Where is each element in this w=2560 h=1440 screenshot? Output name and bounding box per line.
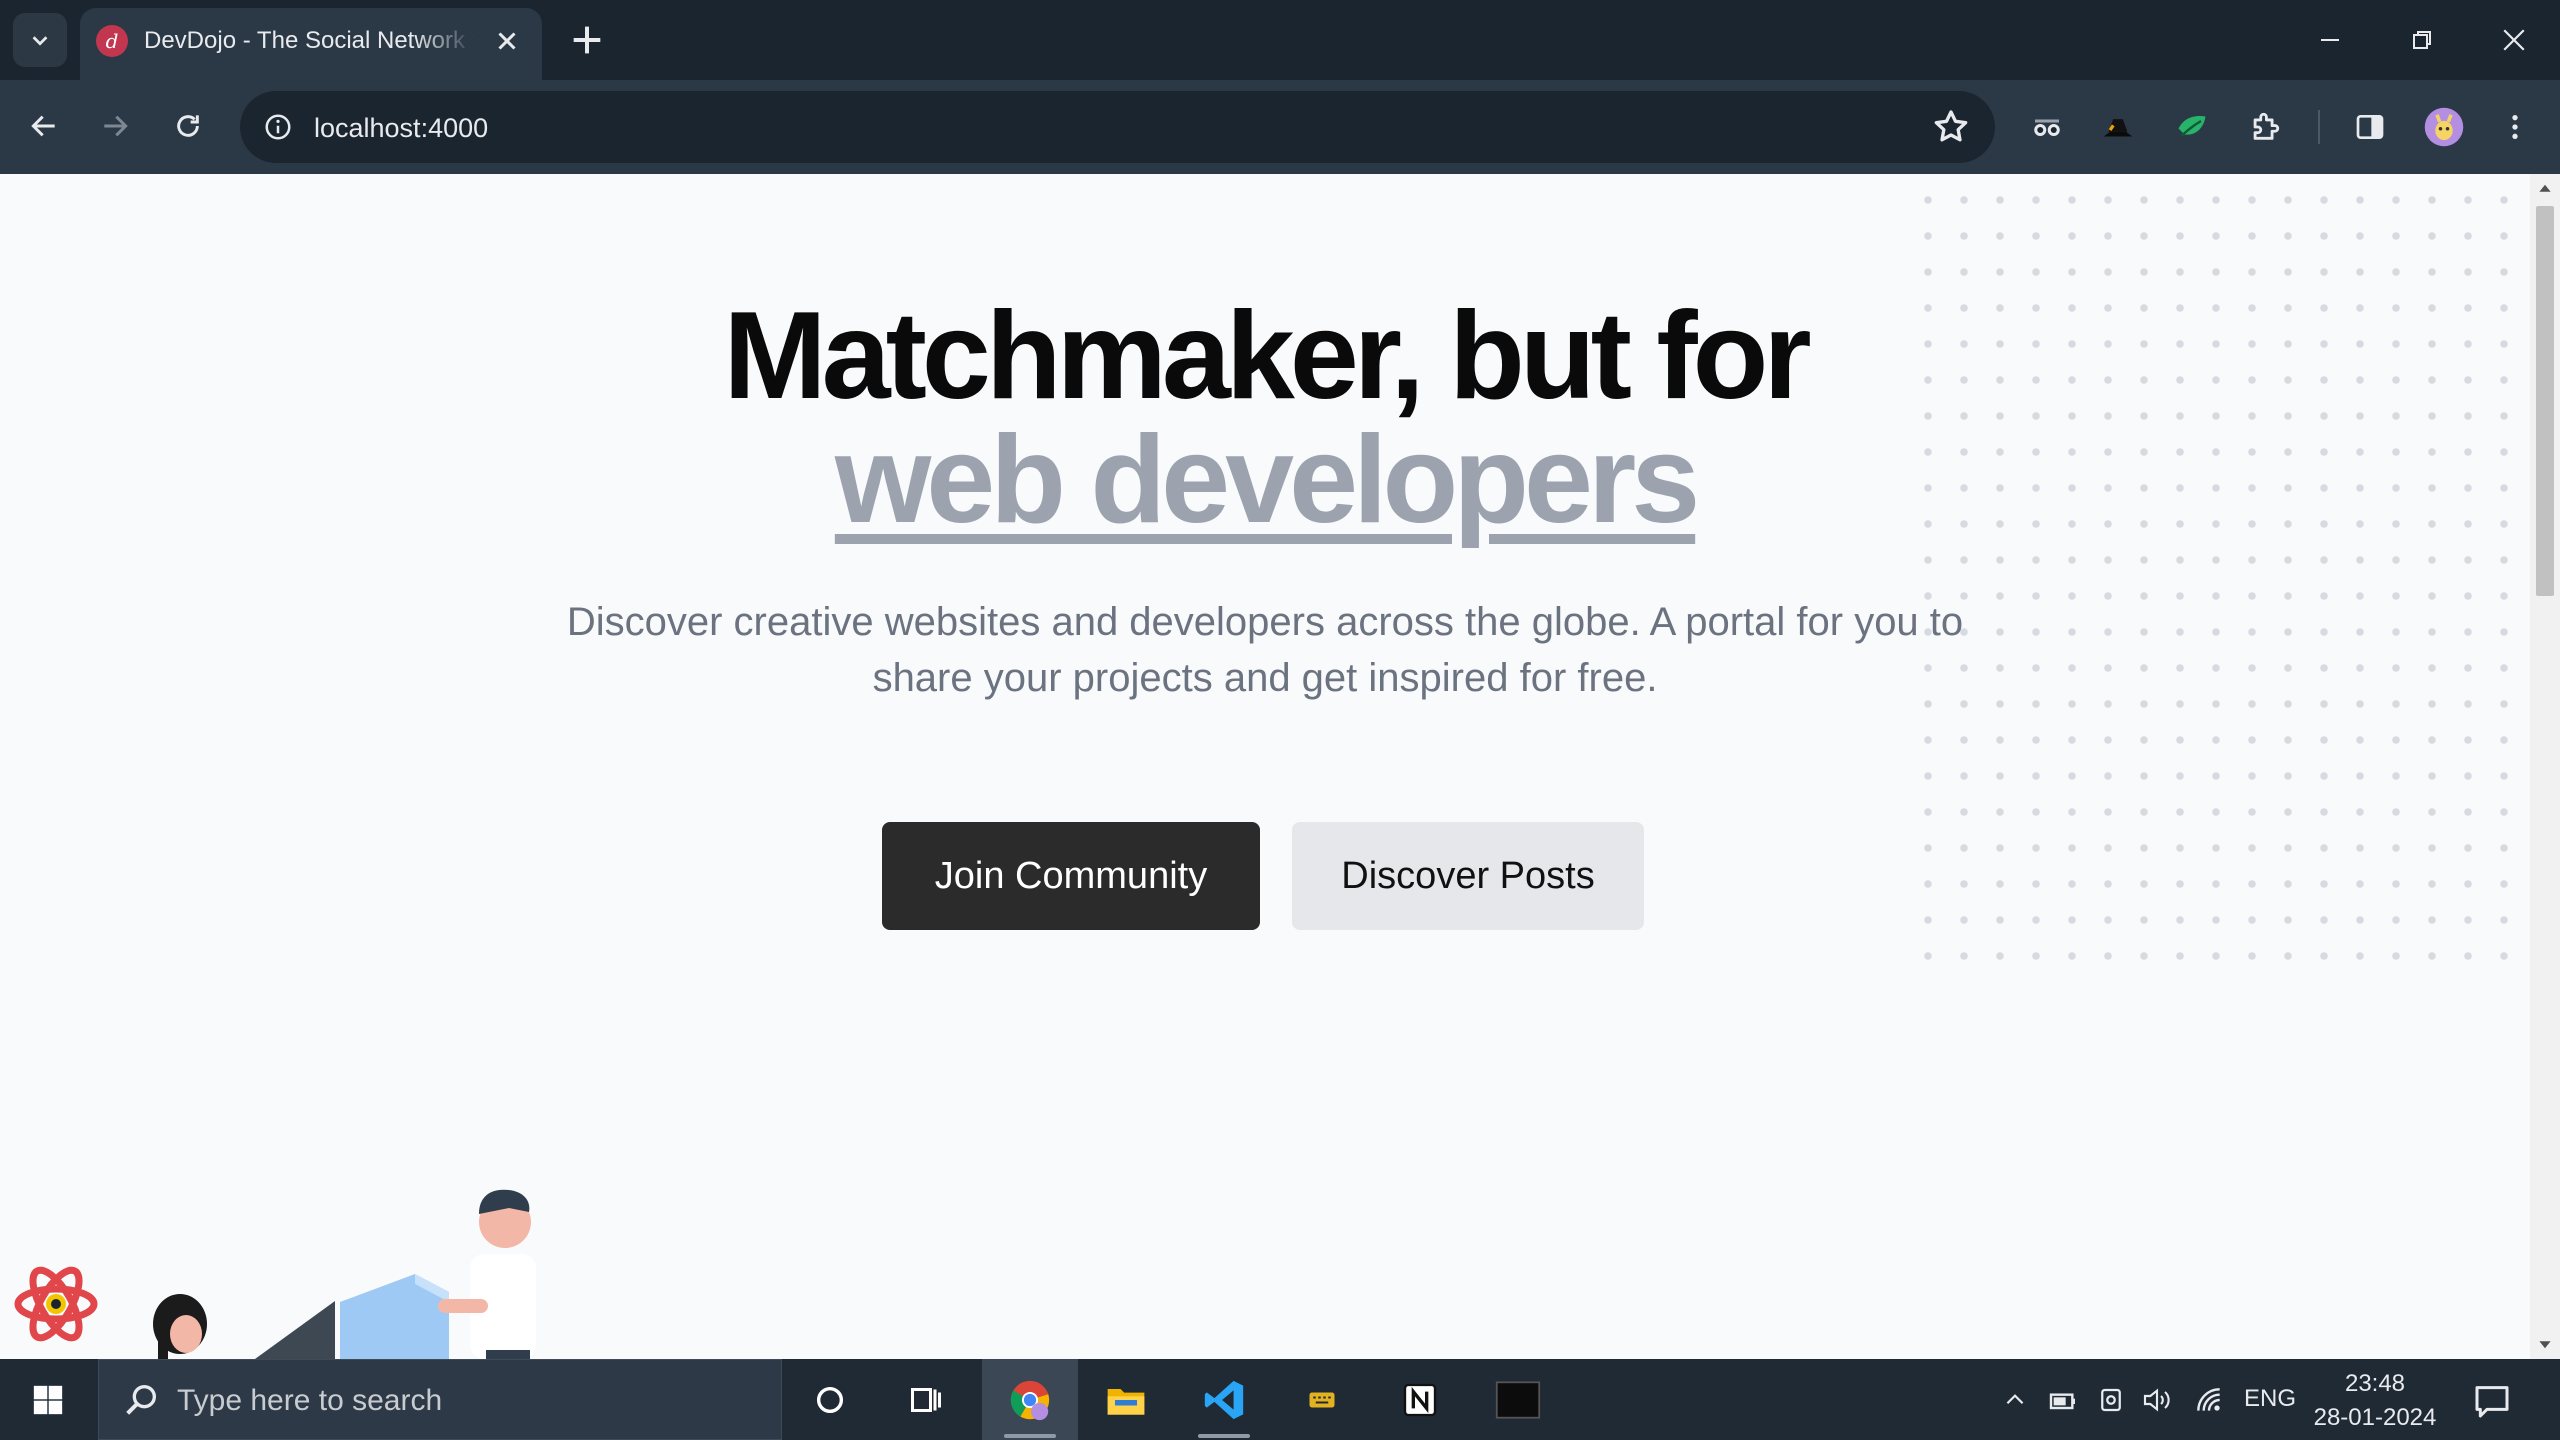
tab-bar: d DevDojo - The Social Network for Devel…: [0, 0, 2560, 80]
hero-subtitle: Discover creative websites and developer…: [566, 600, 1964, 700]
search-icon: [126, 1385, 156, 1415]
devdojo-favicon-icon: d: [96, 25, 128, 57]
hero-headline: Matchmaker, but for web developers: [0, 294, 2530, 542]
headline-line-1: Matchmaker, but for: [723, 287, 1811, 425]
minimize-icon: [2321, 39, 2339, 41]
site-info-button[interactable]: [258, 107, 298, 147]
task-view-icon: [911, 1387, 941, 1412]
task-view-button[interactable]: [878, 1359, 974, 1440]
extension-hat-icon: [2103, 119, 2133, 137]
terminal-icon: [1495, 1380, 1541, 1419]
volume-icon: [2143, 1388, 2170, 1412]
vscode-icon: [1204, 1380, 1244, 1419]
restore-icon: [2413, 31, 2431, 49]
person-woman: [153, 1294, 207, 1359]
reload-icon: [177, 115, 199, 137]
extension-leaf-button[interactable]: [2167, 102, 2217, 152]
battery-button[interactable]: [2046, 1383, 2080, 1417]
vscode-taskbar-button[interactable]: [1176, 1359, 1272, 1440]
toolbar-separator: [2318, 110, 2320, 144]
menu-icon: [2512, 115, 2518, 139]
headline-line-2: web developers: [834, 411, 1700, 549]
keyboard-app-button[interactable]: [1274, 1359, 1370, 1440]
file-explorer-button[interactable]: [1078, 1359, 1174, 1440]
extension-leaf-icon: [2178, 116, 2206, 137]
scroll-up-arrow-icon[interactable]: [2538, 182, 2552, 196]
cortana-button[interactable]: [782, 1359, 878, 1440]
wifi-icon: [2197, 1388, 2220, 1411]
extension-glasses-button[interactable]: [2022, 102, 2072, 152]
volume-button[interactable]: [2140, 1383, 2174, 1417]
notification-center-icon[interactable]: [2472, 1381, 2512, 1421]
address-bar[interactable]: localhost:4000: [240, 91, 1995, 163]
camera-icon: [2101, 1388, 2121, 1412]
extension-glasses-icon: [2034, 119, 2060, 136]
chrome-icon: [1010, 1380, 1050, 1420]
browser-toolbar: localhost:4000: [0, 80, 2560, 174]
person-man: [438, 1189, 536, 1359]
chevron-down-icon: [32, 36, 48, 46]
network-button[interactable]: [2192, 1383, 2226, 1417]
keyboard-icon: [1309, 1392, 1335, 1407]
show-hidden-icons-button[interactable]: [1998, 1383, 2032, 1417]
minimize-button[interactable]: [2284, 0, 2376, 80]
tab-title: DevDojo - The Social Network for Develop…: [144, 27, 474, 54]
search-placeholder: Type here to search: [177, 1384, 443, 1417]
language-indicator[interactable]: ENG: [2244, 1385, 2296, 1413]
notion-taskbar-button[interactable]: [1372, 1359, 1468, 1440]
notion-icon: [1403, 1383, 1437, 1416]
chrome-taskbar-button[interactable]: [982, 1359, 1078, 1440]
start-button[interactable]: [12, 1365, 84, 1435]
chevron-up-icon: [2006, 1394, 2024, 1405]
forward-icon: [104, 115, 128, 137]
clock-time: 23:48: [2344, 1370, 2406, 1397]
scroll-down-arrow-icon[interactable]: [2538, 1337, 2552, 1351]
meet-now-button[interactable]: [2094, 1383, 2128, 1417]
extensions-button[interactable]: [2240, 102, 2290, 152]
discover-posts-button[interactable]: Discover Posts: [1292, 822, 1644, 930]
back-button[interactable]: [19, 101, 69, 151]
windows-logo-icon: [33, 1385, 63, 1415]
active-tab[interactable]: d DevDojo - The Social Network for Devel…: [80, 8, 542, 80]
new-tab-plus-icon[interactable]: [567, 20, 607, 60]
scrollbar-thumb[interactable]: [2536, 206, 2554, 596]
browser-menu-button[interactable]: [2490, 102, 2540, 152]
profile-button[interactable]: [2419, 102, 2469, 152]
window-close-button[interactable]: [2468, 0, 2560, 80]
terminal-taskbar-button[interactable]: [1470, 1359, 1566, 1440]
site-info-icon: [265, 114, 291, 140]
cortana-icon: [816, 1386, 844, 1413]
battery-icon: [2049, 1393, 2075, 1410]
dot-grid-decoration: [1910, 174, 2530, 964]
react-atom-icon: [14, 1266, 98, 1342]
folder-icon: [1107, 1388, 1145, 1415]
page-scrollbar[interactable]: [2530, 174, 2560, 1359]
laptop-shape: [255, 1274, 449, 1359]
taskbar-search-box[interactable]: Type here to search: [98, 1359, 782, 1440]
join-community-button[interactable]: Join Community: [882, 822, 1260, 930]
windows-taskbar: Type here to search ENG 23:48 28-01-2024: [0, 1359, 2560, 1440]
page-viewport: Matchmaker, but for web developers Disco…: [0, 174, 2560, 1359]
back-icon: [31, 115, 55, 137]
profile-avatar: [2424, 107, 2464, 147]
side-panel-button[interactable]: [2345, 102, 2395, 152]
clock[interactable]: 23:48 28-01-2024: [2310, 1367, 2440, 1435]
star-icon[interactable]: [1931, 107, 1971, 147]
puzzle-icon: [2253, 112, 2280, 140]
url-text[interactable]: localhost:4000: [314, 113, 488, 144]
tab-search-button[interactable]: [13, 13, 67, 67]
window-close-icon: [2503, 29, 2525, 51]
close-icon[interactable]: [492, 26, 522, 56]
developer-illustration: [14, 1189, 536, 1359]
restore-button[interactable]: [2376, 0, 2468, 80]
forward-button[interactable]: [90, 101, 140, 151]
extension-hat-button[interactable]: [2093, 102, 2143, 152]
reload-button[interactable]: [163, 101, 213, 151]
side-panel-icon: [2356, 115, 2384, 139]
clock-date: 28-01-2024: [2313, 1404, 2437, 1431]
